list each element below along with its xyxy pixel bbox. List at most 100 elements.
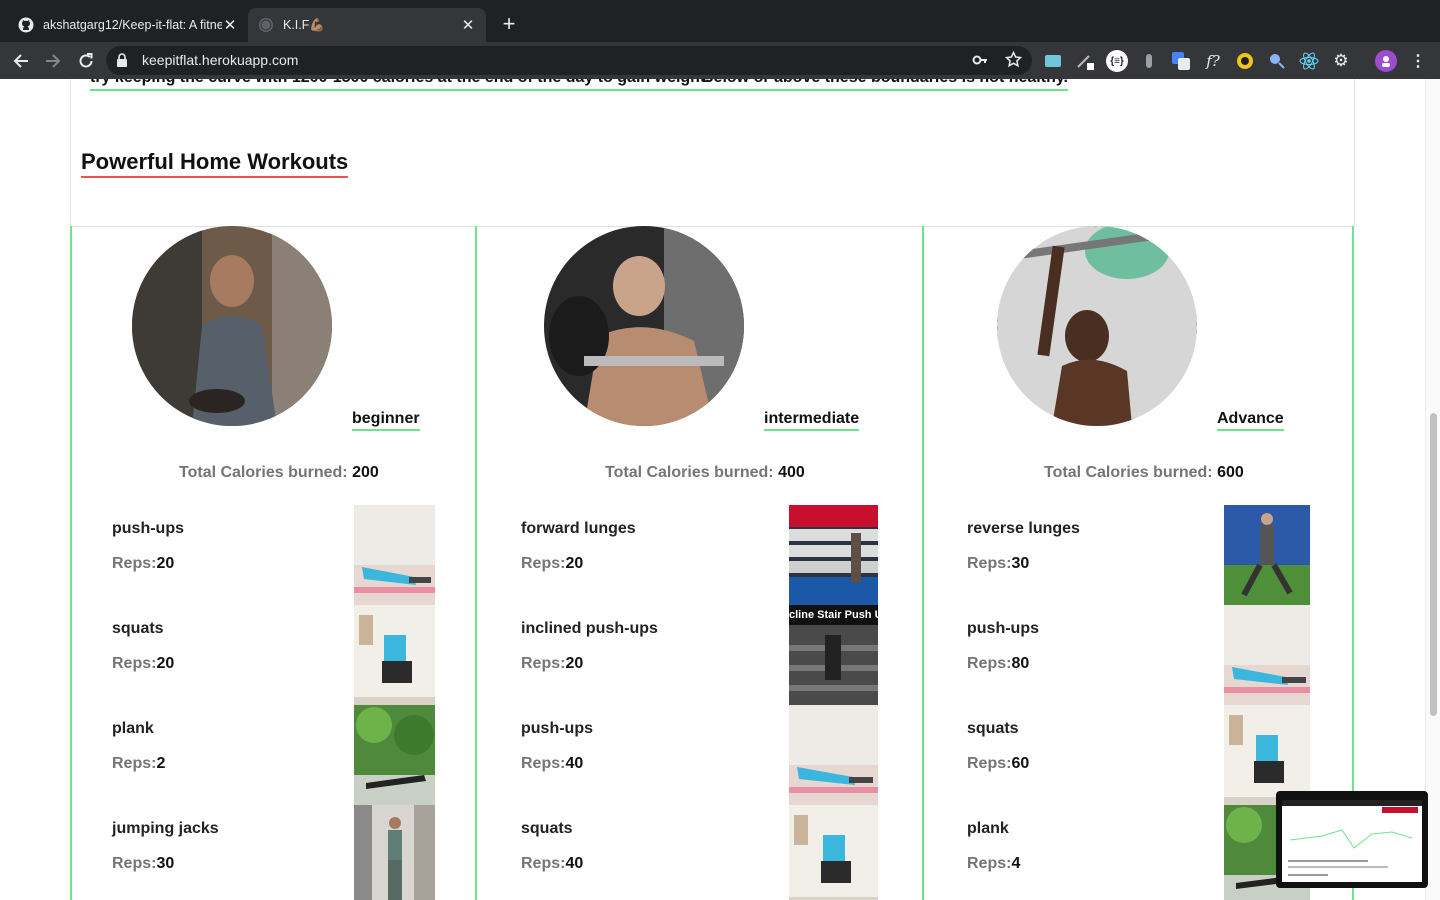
info-text-right: Below or above these boundaries is not h… — [702, 79, 1068, 91]
push-ups-image — [789, 705, 878, 805]
reps-value: 20 — [156, 555, 175, 572]
exercise-reps: Reps:80 — [967, 655, 1029, 673]
reps-label: Reps: — [112, 655, 157, 672]
reps-value: 20 — [565, 555, 584, 572]
close-tab-icon[interactable]: ✕ — [460, 17, 476, 34]
total-calories: Total Calories burned: 200 — [179, 464, 379, 482]
level-link-advance[interactable]: Advance — [1217, 410, 1284, 431]
reps-label: Reps: — [521, 855, 566, 872]
key-icon[interactable] — [972, 52, 988, 73]
reps-value: 20 — [156, 655, 175, 672]
total-value: 400 — [778, 464, 805, 481]
exercise-name: squats — [967, 720, 1019, 737]
back-icon[interactable] — [9, 49, 33, 73]
close-tab-icon[interactable]: ✕ — [222, 17, 238, 34]
reps-label: Reps: — [521, 655, 566, 672]
vertical-scrollbar[interactable] — [1425, 79, 1440, 900]
squats-image — [354, 605, 435, 705]
picture-in-picture-window[interactable] — [1276, 791, 1428, 888]
exercise-reps: Reps:20 — [112, 555, 174, 573]
reload-icon[interactable] — [74, 49, 98, 73]
gear-icon[interactable]: ⚙ — [1331, 51, 1351, 71]
workout-column-intermediate: intermediate Total Calories burned: 400 … — [475, 226, 924, 900]
menu-dots-icon[interactable]: ⋮ — [1408, 51, 1428, 71]
section-title: Powerful Home Workouts — [81, 149, 349, 178]
level-link-intermediate[interactable]: intermediate — [764, 410, 860, 431]
new-tab-button[interactable]: + — [498, 13, 520, 36]
forward-lunges-image — [789, 505, 878, 605]
github-icon — [18, 17, 34, 33]
exercise-reps: Reps:20 — [521, 655, 583, 673]
reps-label: Reps: — [521, 755, 566, 772]
tab-kif[interactable]: K.I.F💪🏽 ✕ — [248, 8, 486, 42]
extension-icon[interactable] — [1139, 51, 1159, 71]
reps-value: 60 — [1011, 755, 1030, 772]
reps-label: Reps: — [967, 655, 1012, 672]
exercise-reps: Reps:20 — [112, 655, 174, 673]
reps-label: Reps: — [112, 555, 157, 572]
reps-value: 4 — [1011, 855, 1021, 872]
exercise-name: jumping jacks — [112, 820, 219, 837]
forward-icon[interactable] — [41, 49, 65, 73]
globe-icon — [258, 17, 274, 33]
total-label: Total Calories burned: — [1044, 464, 1213, 481]
pip-content — [1282, 800, 1422, 882]
reps-label: Reps: — [112, 755, 157, 772]
exercise-reps: Reps:60 — [967, 755, 1029, 773]
exercise-name: inclined push-ups — [521, 620, 658, 637]
reps-label: Reps: — [112, 855, 157, 872]
exercise-name: push-ups — [521, 720, 593, 737]
extension-icon[interactable] — [1235, 51, 1255, 71]
total-label: Total Calories burned: — [179, 464, 348, 481]
reps-value: 20 — [565, 655, 584, 672]
column-divider — [70, 226, 72, 900]
tab-github[interactable]: akshatgarg12/Keep-it-flat: A fitne ✕ — [8, 8, 248, 42]
intermediate-avatar-image — [544, 226, 744, 426]
reps-value: 30 — [156, 855, 175, 872]
reps-value: 80 — [1011, 655, 1030, 672]
reverse-lunges-image — [1224, 505, 1310, 605]
url-text: keepitflat.herokuapp.com — [142, 52, 299, 68]
page-viewport: try keeping the curve with 1200-1500 cal… — [0, 79, 1440, 900]
address-bar[interactable]: keepitflat.herokuapp.com — [106, 46, 1032, 75]
bookmark-star-icon[interactable] — [1004, 50, 1023, 73]
squats-image — [789, 805, 878, 900]
beginner-avatar-image — [132, 226, 332, 426]
exercise-reps: Reps:4 — [967, 855, 1020, 873]
react-devtools-icon[interactable] — [1299, 51, 1319, 71]
inclined-push-ups-image: cline Stair Push U — [789, 605, 878, 705]
exercise-reps: Reps:20 — [521, 555, 583, 573]
exercise-name: reverse lunges — [967, 520, 1080, 537]
scrollbar-thumb[interactable] — [1430, 413, 1437, 716]
formula-extension-icon[interactable]: f? — [1203, 51, 1223, 71]
exercise-name: forward lunges — [521, 520, 636, 537]
browser-toolbar: keepitflat.herokuapp.com {≡} f? ⚙ ⋮ — [0, 42, 1440, 79]
exercise-name: plank — [967, 820, 1009, 837]
extension-icon[interactable] — [1043, 51, 1063, 71]
tab-title: K.I.F💪🏽 — [283, 17, 325, 32]
exercise-name: push-ups — [967, 620, 1039, 637]
reps-value: 30 — [1011, 555, 1030, 572]
reps-label: Reps: — [967, 555, 1012, 572]
image-caption: cline Stair Push U — [789, 605, 878, 625]
translate-icon[interactable] — [1171, 51, 1191, 71]
advance-avatar-image — [997, 226, 1197, 426]
search-extension-icon[interactable] — [1267, 51, 1287, 71]
push-ups-image — [1224, 605, 1310, 705]
jumping-jacks-image — [354, 805, 435, 900]
exercise-name: squats — [112, 620, 164, 637]
reps-value: 40 — [565, 755, 584, 772]
exercise-reps: Reps:40 — [521, 855, 583, 873]
pen-extension-icon[interactable] — [1075, 51, 1095, 71]
exercise-name: plank — [112, 720, 154, 737]
json-extension-icon[interactable]: {≡} — [1106, 50, 1128, 72]
reps-value: 2 — [156, 755, 166, 772]
reps-label: Reps: — [967, 755, 1012, 772]
total-value: 600 — [1217, 464, 1244, 481]
browser-tabstrip: akshatgarg12/Keep-it-flat: A fitne ✕ K.I… — [0, 0, 1440, 42]
profile-avatar[interactable] — [1375, 50, 1397, 72]
total-calories: Total Calories burned: 600 — [1044, 464, 1244, 482]
level-link-beginner[interactable]: beginner — [352, 410, 420, 431]
tab-title: akshatgarg12/Keep-it-flat: A fitne — [43, 18, 222, 32]
total-label: Total Calories burned: — [605, 464, 774, 481]
